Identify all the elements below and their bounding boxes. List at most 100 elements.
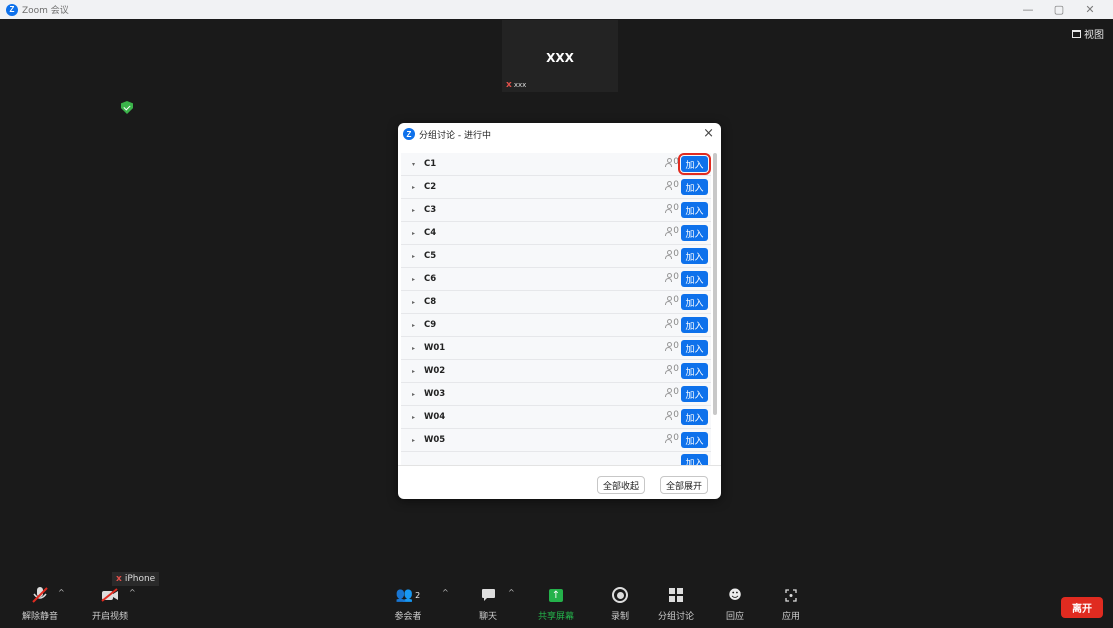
breakout-room-row[interactable]: ▸ C3 0 加入	[401, 199, 711, 222]
room-participant-count: 0	[665, 364, 679, 374]
room-count-value: 0	[673, 387, 679, 397]
participant-label: ⅹ xxx	[506, 80, 526, 90]
caret-right-icon[interactable]: ▸	[412, 391, 418, 398]
room-count-value: 0	[673, 295, 679, 305]
room-participant-count: 0	[665, 318, 679, 328]
zoom-logo-icon: Z	[6, 3, 18, 16]
caret-right-icon[interactable]: ▸	[412, 253, 418, 260]
join-room-button[interactable]: 加入	[681, 363, 708, 379]
join-room-button[interactable]: 加入	[681, 202, 708, 218]
room-name: W02	[424, 366, 446, 376]
collapse-all-button[interactable]: 全部收起	[597, 476, 646, 494]
room-count-value: 0	[673, 157, 679, 167]
room-participant-count: 0	[665, 180, 679, 190]
join-room-button[interactable]: 加入	[681, 271, 708, 287]
join-room-button[interactable]: 加入	[681, 432, 708, 448]
join-room-button[interactable]: 加入	[681, 225, 708, 241]
share-screen-button[interactable]: ↑ 共享屏幕	[526, 585, 586, 622]
leave-button[interactable]: 离开	[1061, 597, 1103, 618]
reactions-button[interactable]: ☻ 回应	[705, 585, 765, 623]
person-icon	[665, 203, 673, 213]
join-room-button[interactable]: 加入	[678, 153, 711, 175]
room-count-value: 0	[673, 341, 679, 351]
caret-right-icon[interactable]: ▸	[412, 345, 418, 352]
room-count-value: 0	[673, 272, 679, 282]
breakout-room-row[interactable]: ▾ C1 0 加入	[401, 153, 711, 176]
audio-options-chevron-icon[interactable]: ^	[58, 588, 65, 597]
reactions-label: 回应	[725, 612, 744, 622]
caret-right-icon[interactable]: ▸	[412, 414, 418, 421]
record-button[interactable]: 录制	[590, 585, 650, 622]
person-icon	[665, 249, 673, 259]
room-name: C9	[424, 320, 437, 330]
breakout-room-row[interactable]: ▸ C8 0 加入	[401, 291, 711, 314]
caret-right-icon[interactable]: ▸	[412, 437, 418, 444]
room-name: C6	[424, 274, 437, 284]
breakout-room-row[interactable]: ▸ W03 0 加入	[401, 383, 711, 406]
breakout-room-row-partial: 加入	[401, 452, 711, 465]
restore-button[interactable]: ▢	[1049, 0, 1069, 19]
breakout-room-row[interactable]: ▸ W02 0 加入	[401, 360, 711, 383]
security-shield-icon[interactable]	[121, 101, 133, 114]
close-window-button[interactable]: ✕	[1080, 0, 1100, 19]
join-room-button[interactable]: 加入	[681, 317, 708, 333]
record-icon	[590, 585, 650, 605]
join-room-button[interactable]: 加入	[681, 386, 708, 402]
breakout-room-list: ▾ C1 0 加入 ▸ C2 0 加入 ▸ C3 0 加入 ▸ C4 0 加入 ▸ C5 0 加入 ▸ C6 0 加入 ▸ C8 0…	[401, 153, 711, 465]
caret-right-icon[interactable]: ▸	[412, 184, 418, 191]
person-icon	[665, 272, 673, 282]
join-room-button[interactable]: 加入	[681, 294, 708, 310]
join-room-button[interactable]: 加入	[681, 248, 708, 264]
view-icon	[1072, 29, 1081, 38]
breakout-room-row[interactable]: ▸ C6 0 加入	[401, 268, 711, 291]
breakout-room-row[interactable]: ▸ C9 0 加入	[401, 314, 711, 337]
breakout-room-row[interactable]: ▸ W04 0 加入	[401, 406, 711, 429]
zoom-logo-icon: Z	[403, 128, 415, 140]
dialog-close-button[interactable]: ×	[703, 126, 714, 141]
view-button[interactable]: 视图	[1072, 26, 1104, 41]
participants-icon: 👥 2	[395, 587, 421, 603]
caret-right-icon[interactable]: ▸	[412, 207, 418, 214]
room-count-value: 0	[673, 364, 679, 374]
room-name: C2	[424, 182, 437, 192]
caret-down-icon[interactable]: ▾	[412, 161, 418, 168]
room-name: W04	[424, 412, 446, 422]
join-room-button[interactable]: 加入	[681, 454, 708, 465]
caret-right-icon[interactable]: ▸	[412, 230, 418, 237]
room-name: C8	[424, 297, 437, 307]
expand-all-button[interactable]: 全部展开	[660, 476, 709, 494]
participants-button[interactable]: 👥 2 参会者	[378, 585, 438, 622]
breakout-room-row[interactable]: ▸ C4 0 加入	[401, 222, 711, 245]
start-video-label: 开启视频	[91, 612, 128, 622]
caret-right-icon[interactable]: ▸	[412, 322, 418, 329]
chat-chevron-icon[interactable]: ^	[508, 588, 515, 597]
breakout-rooms-button[interactable]: 分组讨论	[646, 585, 706, 622]
caret-right-icon[interactable]: ▸	[412, 276, 418, 283]
participant-tile[interactable]: XXX ⅹ xxx	[502, 20, 618, 92]
room-name: W01	[424, 343, 446, 353]
breakout-room-row[interactable]: ▸ C2 0 加入	[401, 176, 711, 199]
caret-right-icon[interactable]: ▸	[412, 299, 418, 306]
join-room-button[interactable]: 加入	[681, 340, 708, 356]
breakout-room-row[interactable]: ▸ C5 0 加入	[401, 245, 711, 268]
join-room-button[interactable]: 加入	[681, 409, 708, 425]
breakout-room-row[interactable]: ▸ W01 0 加入	[401, 337, 711, 360]
apps-button[interactable]: 应用	[761, 585, 821, 622]
caret-right-icon[interactable]: ▸	[412, 368, 418, 375]
participants-count: 2	[415, 590, 421, 600]
mic-muted-icon: ⅹ	[506, 80, 512, 90]
unmute-label: 解除静音	[21, 612, 58, 622]
participants-chevron-icon[interactable]: ^	[442, 588, 449, 597]
room-name: W05	[424, 435, 446, 445]
room-count-value: 0	[673, 226, 679, 236]
join-room-button[interactable]: 加入	[681, 179, 708, 195]
room-participant-count: 0	[665, 203, 679, 213]
minimize-button[interactable]: —	[1018, 0, 1038, 19]
participant-label-text: xxx	[513, 81, 527, 89]
person-icon	[665, 433, 673, 443]
breakout-rooms-icon	[646, 585, 706, 605]
scrollbar[interactable]	[713, 153, 717, 415]
person-icon	[665, 180, 673, 190]
video-options-chevron-icon[interactable]: ^	[129, 588, 136, 597]
breakout-room-row[interactable]: ▸ W05 0 加入	[401, 429, 711, 452]
